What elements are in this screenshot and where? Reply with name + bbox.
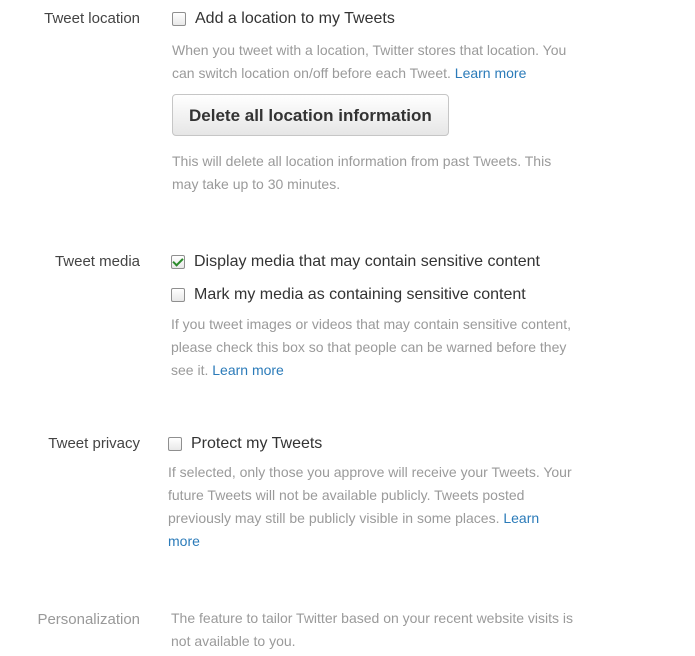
media-help-line-1: If you tweet images or videos that may c… <box>171 316 571 332</box>
add-location-checkbox-label[interactable]: Add a location to my Tweets <box>195 10 395 28</box>
protect-tweets-option[interactable]: Protect my Tweets <box>168 433 693 455</box>
delete-help-line-1: This will delete all location informatio… <box>172 153 552 169</box>
privacy-help-line-4: more <box>168 530 693 553</box>
location-help-line-2-text: can switch location on/off before each T… <box>172 65 451 81</box>
location-help-text: When you tweet with a location, Twitter … <box>172 39 695 85</box>
tweet-location-label: Tweet location <box>44 10 140 27</box>
add-location-checkbox[interactable] <box>172 12 186 26</box>
personalization-label: Personalization <box>37 611 140 628</box>
media-help-line-2: please check this box so that people can… <box>171 339 567 355</box>
tweet-privacy-label: Tweet privacy <box>48 435 140 452</box>
display-sensitive-checkbox[interactable] <box>171 255 185 269</box>
personalization-help-line-2: not available to you. <box>171 633 296 649</box>
tweet-media-content: Display media that may contain sensitive… <box>171 251 695 382</box>
tweet-location-content: Add a location to my Tweets When you twe… <box>172 8 695 196</box>
privacy-help-text: If selected, only those you approve will… <box>168 461 693 553</box>
media-help-line-3: see it. Learn more <box>171 359 695 382</box>
tweet-media-label: Tweet media <box>54 253 140 270</box>
privacy-learn-more-link-part-1[interactable]: Learn <box>503 510 539 526</box>
mark-sensitive-checkbox[interactable] <box>171 288 185 302</box>
privacy-help-line-1: If selected, only those you approve will… <box>168 464 572 480</box>
personalization-content: The feature to tailor Twitter based on y… <box>171 607 695 653</box>
tweet-privacy-content: Protect my Tweets If selected, only thos… <box>168 433 693 553</box>
privacy-learn-more-link-part-2[interactable]: more <box>168 533 200 549</box>
add-location-option[interactable]: Add a location to my Tweets <box>172 8 695 30</box>
display-sensitive-label[interactable]: Display media that may contain sensitive… <box>194 253 540 271</box>
privacy-settings-page: Tweet location Add a location to my Twee… <box>0 0 695 656</box>
protect-tweets-checkbox[interactable] <box>168 437 182 451</box>
display-sensitive-option[interactable]: Display media that may contain sensitive… <box>171 251 695 273</box>
personalization-help-line-1: The feature to tailor Twitter based on y… <box>171 610 574 626</box>
privacy-help-line-3-text: previously may still be publicly visible… <box>168 510 500 526</box>
media-help-line-3-text: see it. <box>171 362 209 378</box>
mark-sensitive-label[interactable]: Mark my media as containing sensitive co… <box>194 286 526 304</box>
delete-location-help: This will delete all location informatio… <box>172 150 695 196</box>
delete-location-wrapper: Delete all location information <box>172 94 695 136</box>
delete-location-button[interactable]: Delete all location information <box>172 94 449 136</box>
mark-sensitive-option[interactable]: Mark my media as containing sensitive co… <box>171 284 695 306</box>
protect-tweets-label[interactable]: Protect my Tweets <box>191 435 322 453</box>
location-help-line-1: When you tweet with a location, Twitter … <box>172 42 567 58</box>
privacy-help-line-3: previously may still be publicly visible… <box>168 507 693 530</box>
media-help-text: If you tweet images or videos that may c… <box>171 313 695 382</box>
privacy-help-line-2: future Tweets will not be available publ… <box>168 487 525 503</box>
location-learn-more-link[interactable]: Learn more <box>455 65 527 81</box>
location-help-line-2: can switch location on/off before each T… <box>172 62 695 85</box>
media-learn-more-link[interactable]: Learn more <box>212 362 284 378</box>
personalization-help-text: The feature to tailor Twitter based on y… <box>171 607 695 653</box>
delete-help-line-2: may take up to 30 minutes. <box>172 176 341 192</box>
